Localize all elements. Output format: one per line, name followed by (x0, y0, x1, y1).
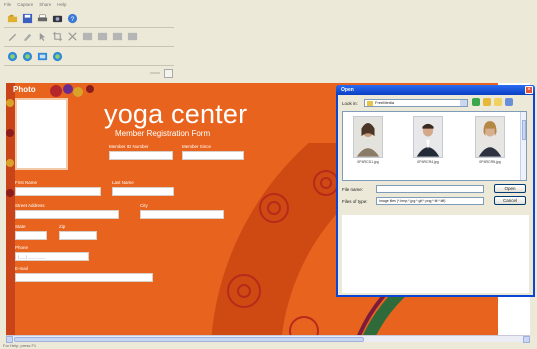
toolbar-view (6, 50, 63, 62)
horizontal-scrollbar[interactable] (6, 335, 530, 343)
panel-grip[interactable] (150, 67, 176, 79)
up-folder-icon[interactable] (483, 98, 491, 106)
look-in-select[interactable]: FreeMedia (364, 99, 468, 107)
menu-file[interactable]: File (4, 2, 11, 10)
scroll-left-icon[interactable] (6, 336, 13, 343)
file-list[interactable]: 0P4RCD1.jpg 0P4RCR4.jpg 0P4RCR5.jpg (342, 111, 527, 181)
help-icon[interactable]: ? (66, 12, 78, 24)
city-label: City (140, 203, 148, 208)
file-thumbnail[interactable]: 0P4RCR5.jpg (473, 116, 507, 164)
panel-toggle-button[interactable] (164, 68, 173, 78)
look-in-value: FreeMedia (375, 100, 395, 105)
file-caption: 0P4RCR5.jpg (479, 160, 501, 164)
fit-icon[interactable] (36, 50, 48, 62)
street-address-label: Street Address (15, 203, 45, 208)
folder-icon (367, 101, 373, 106)
email-label: E-mail (15, 266, 28, 271)
zoom-in-icon[interactable] (6, 50, 18, 62)
file-name-input[interactable] (376, 185, 484, 193)
dialog-body: Look in: FreeMedia 0P4RCD1.jpg 0P4RCR4.j… (338, 95, 533, 295)
phone-field[interactable]: (___) ___-____ (15, 252, 89, 261)
file-caption: 0P4RCR4.jpg (417, 160, 439, 164)
delete-icon[interactable] (66, 30, 78, 42)
dialog-empty-area (342, 215, 529, 293)
menu-capture[interactable]: Capture (17, 2, 33, 10)
align-left-icon[interactable] (81, 30, 93, 42)
member-since-label: Member Since (182, 144, 212, 149)
city-field[interactable] (140, 210, 224, 219)
photo-thumbnail (475, 116, 505, 158)
phone-mask: (___) ___-____ (18, 254, 46, 259)
zip-label: Zip (59, 224, 66, 229)
last-name-field[interactable] (112, 187, 174, 196)
zip-field[interactable] (59, 231, 97, 240)
camera-icon[interactable] (51, 12, 63, 24)
zoom-out-icon[interactable] (21, 50, 33, 62)
left-border-pattern (6, 83, 15, 335)
member-id-field[interactable] (109, 151, 173, 160)
toolbar-divider (4, 65, 174, 66)
open-button[interactable]: Open (494, 184, 526, 193)
refresh-icon[interactable] (51, 50, 63, 62)
scrollbar-thumb[interactable] (522, 120, 526, 140)
back-icon[interactable] (472, 98, 480, 106)
brush-icon[interactable] (21, 30, 33, 42)
new-folder-icon[interactable] (494, 98, 502, 106)
phone-label: Phone (15, 245, 29, 250)
member-id-label: Member ID Number (109, 144, 149, 149)
photo-thumbnail (353, 116, 383, 158)
print-icon[interactable] (36, 12, 48, 24)
file-name-label: File name: (342, 187, 364, 192)
first-name-field[interactable] (15, 187, 101, 196)
file-list-scrollbar[interactable] (520, 112, 526, 180)
close-icon[interactable]: × (525, 86, 533, 94)
chevron-down-icon[interactable] (460, 100, 467, 106)
dialog-title: Open (336, 85, 535, 95)
grip-bar (150, 72, 160, 74)
toolbar-edit (6, 30, 138, 42)
form-subtitle: Member Registration Form (115, 129, 211, 138)
toolbar-divider (4, 46, 174, 47)
open-icon[interactable] (6, 12, 18, 24)
photo-thumbnail (413, 116, 443, 158)
cancel-button[interactable]: Cancel (494, 196, 526, 205)
file-caption: 0P4RCD1.jpg (357, 160, 379, 164)
scrollbar-thumb[interactable] (14, 337, 364, 342)
svg-text:?: ? (70, 15, 74, 22)
dialog-nav-toolbar (472, 98, 513, 106)
align-right-icon[interactable] (111, 30, 123, 42)
photo-placeholder[interactable] (15, 98, 68, 170)
app-window: File Capture Share Help ? Photo yoga cen… (0, 0, 537, 349)
photo-label: Photo (13, 85, 36, 94)
state-field[interactable] (15, 231, 47, 240)
view-menu-icon[interactable] (505, 98, 513, 106)
files-of-type-select[interactable]: Image files (*.bmp;*.jpg;*.gif;*.png;*.t… (376, 197, 484, 205)
align-center-icon[interactable] (96, 30, 108, 42)
toolbar-divider (4, 27, 174, 28)
menu-share[interactable]: Share (39, 2, 51, 10)
crop-icon[interactable] (51, 30, 63, 42)
scroll-right-icon[interactable] (523, 336, 530, 343)
file-thumbnail[interactable]: 0P4RCD1.jpg (351, 116, 385, 164)
save-icon[interactable] (21, 12, 33, 24)
state-label: State (15, 224, 26, 229)
look-in-label: Look in: (342, 101, 358, 106)
select-icon[interactable] (36, 30, 48, 42)
pen-icon[interactable] (6, 30, 18, 42)
menu-bar: File Capture Share Help (4, 2, 67, 10)
files-of-type-label: Files of type: (342, 199, 368, 204)
status-bar: For Help, press F1 (0, 343, 537, 349)
first-name-label: First Name (15, 180, 38, 185)
street-address-field[interactable] (15, 210, 119, 219)
member-since-field[interactable] (182, 151, 244, 160)
toolbar-main: ? (6, 12, 78, 24)
align-justify-icon[interactable] (126, 30, 138, 42)
last-name-label: Last Name (112, 180, 134, 185)
file-thumbnail[interactable]: 0P4RCR4.jpg (411, 116, 445, 164)
open-dialog: Open × Look in: FreeMedia 0P4RCD1.jpg 0P… (336, 85, 535, 297)
email-field[interactable] (15, 273, 153, 282)
page-title: yoga center (104, 99, 248, 129)
menu-help[interactable]: Help (57, 2, 66, 10)
